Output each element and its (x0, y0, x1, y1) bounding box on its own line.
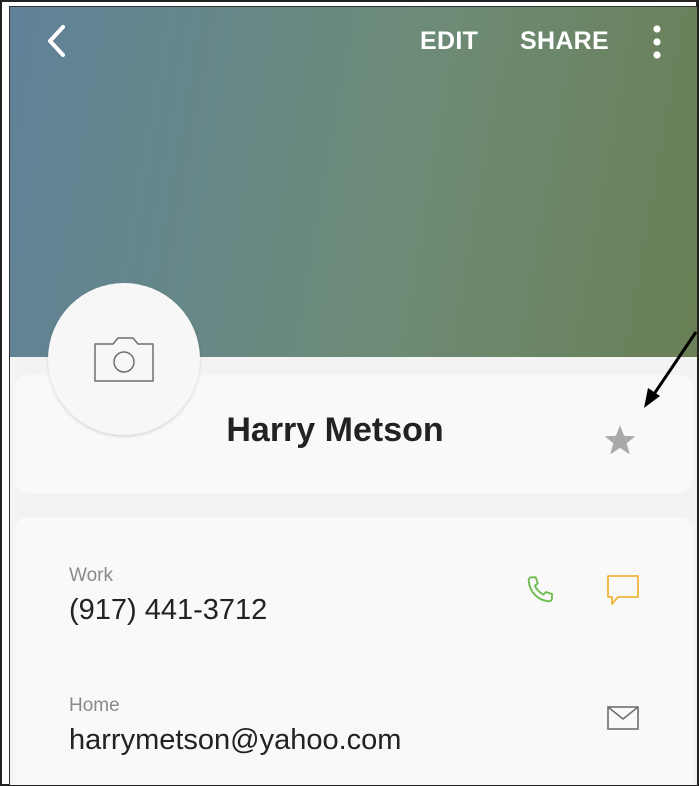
detail-row-home[interactable]: Home harrymetson@yahoo.com (14, 695, 693, 785)
detail-row-work[interactable]: Work (917) 441-3712 (14, 565, 693, 675)
more-options-button[interactable] (642, 19, 672, 65)
detail-label: Work (69, 565, 113, 586)
call-button[interactable] (517, 567, 563, 613)
share-button[interactable]: SHARE (520, 27, 609, 56)
more-vertical-icon (653, 25, 661, 59)
detail-label: Home (69, 695, 120, 716)
star-icon (604, 425, 636, 455)
email-button[interactable] (600, 695, 646, 741)
camera-icon (94, 337, 154, 382)
contact-name: Harry Metson (226, 411, 444, 449)
mail-icon (607, 706, 639, 730)
edit-button[interactable]: EDIT (420, 27, 478, 56)
favorite-button[interactable] (600, 420, 640, 460)
top-app-bar: EDIT SHARE (10, 7, 697, 79)
message-button[interactable] (600, 567, 646, 613)
contact-photo[interactable] (48, 283, 200, 435)
message-icon (607, 575, 639, 605)
chevron-left-icon (48, 25, 65, 57)
annotation-arrow-icon (644, 331, 698, 408)
contact-detail-screen: EDIT SHARE Harry Metson Work (917) 441-3… (9, 6, 697, 785)
detail-value-phone: (917) 441-3712 (69, 594, 268, 626)
phone-icon (527, 576, 553, 603)
detail-value-email: harrymetson@yahoo.com (69, 724, 402, 756)
contact-details-card: Work (917) 441-3712 Home harrymetson@yah… (14, 517, 693, 785)
back-button[interactable] (34, 19, 78, 63)
